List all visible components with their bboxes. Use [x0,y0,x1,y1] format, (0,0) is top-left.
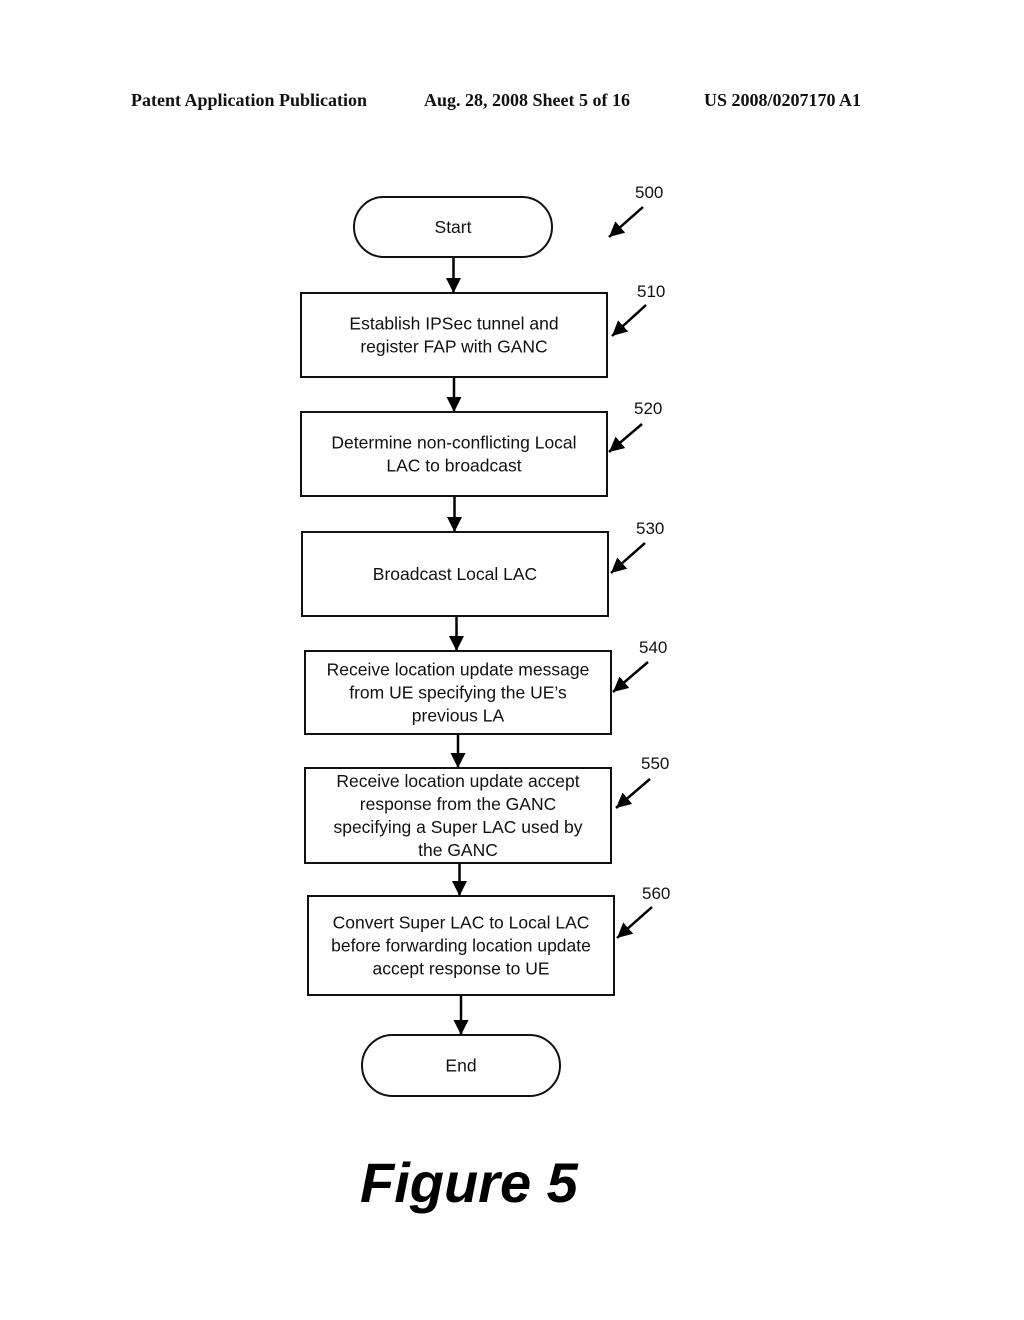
ref-label-550: 550 [615,754,669,809]
node-label-line: Broadcast Local LAC [373,564,537,584]
figure-leader-arrow-icon [608,206,644,238]
node-label-line: LAC to broadcast [386,456,521,476]
node-label-line: accept response to UE [372,959,549,979]
process-box [300,411,608,497]
node-label-line: Convert Super LAC to Local LAC [333,913,590,933]
reference-number: 560 [642,884,670,903]
reference-number: 520 [634,399,662,418]
flow-node-start: Start [353,196,553,258]
leader-arrow-icon [608,423,643,453]
process-box [300,292,608,378]
flow-node-540: Receive location update message from UE s… [304,650,612,735]
leader-arrow-icon [611,304,647,337]
flow-node-end: End [361,1034,561,1097]
leader-arrow-icon [612,661,649,693]
node-label-line: the GANC [418,840,498,860]
ref-label-510: 510 [611,282,665,337]
flow-node-530: Broadcast Local LAC [301,531,609,617]
leader-arrow-icon [616,906,653,939]
flow-node-510: Establish IPSec tunnel and register FAP w… [300,292,608,378]
ref-label-530: 530 [610,519,664,574]
leader-arrow-icon [610,542,646,574]
node-label-line: before forwarding location update [331,936,591,956]
node-label-line: Determine non-conflicting Local [331,433,576,453]
ref-label-540: 540 [612,638,667,693]
node-label-line: Receive location update accept [336,771,579,791]
figure-title: Figure 5 [360,1151,578,1214]
reference-number: 540 [639,638,667,657]
node-label-line: specifying a Super LAC used by [333,817,582,837]
node-label-line: response from the GANC [360,794,556,814]
flow-node-550: Receive location update accept response f… [304,767,612,864]
flow-node-520: Determine non-conflicting Local LAC to br… [300,411,608,497]
node-label-line: register FAP with GANC [360,337,547,357]
reference-number: 550 [641,754,669,773]
figure-ref-label: 500 [608,183,663,238]
node-label-line: Start [435,217,472,237]
figure-ref-number: 500 [635,183,663,202]
reference-number: 530 [636,519,664,538]
flowchart: Start Establish IPSec tunnel and register … [300,183,670,1097]
ref-label-560: 560 [616,884,670,939]
node-label-line: from UE specifying the UE’s [349,683,567,703]
node-label-line: previous LA [412,706,505,726]
reference-number: 510 [637,282,665,301]
node-label-line: Establish IPSec tunnel and [349,314,558,334]
ref-label-520: 520 [608,399,662,453]
node-label-line: Receive location update message [327,660,590,680]
flow-node-560: Convert Super LAC to Local LAC before for… [307,895,615,996]
node-label-line: End [445,1056,476,1076]
leader-arrow-icon [615,778,651,809]
